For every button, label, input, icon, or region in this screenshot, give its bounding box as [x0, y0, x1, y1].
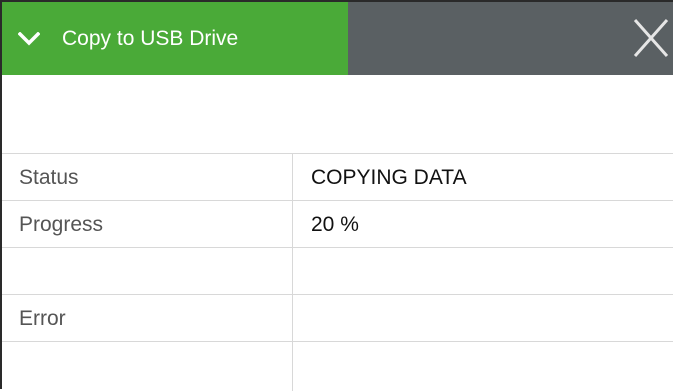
chevron-down-icon[interactable]	[18, 31, 40, 46]
column-divider	[292, 153, 293, 391]
close-icon[interactable]	[629, 10, 673, 66]
status-value: COPYING DATA	[311, 166, 467, 189]
error-label: Error	[19, 307, 66, 330]
table-row-empty	[2, 341, 673, 388]
progress-label: Progress	[19, 213, 104, 236]
table-row-empty	[2, 247, 673, 294]
dialog-title: Copy to USB Drive	[62, 26, 239, 50]
dialog-title-tab[interactable]: Copy to USB Drive	[2, 2, 348, 75]
table-row-progress: Progress 20 %	[2, 200, 673, 247]
status-table: Status COPYING DATA Progress 20 % Error	[2, 153, 673, 388]
table-row-status: Status COPYING DATA	[2, 153, 673, 200]
dialog-header: Copy to USB Drive	[2, 2, 673, 75]
copy-dialog: Copy to USB Drive Status COPYING DATA Pr…	[0, 0, 673, 391]
table-row-error: Error	[2, 294, 673, 341]
status-label: Status	[19, 166, 79, 189]
progress-value: 20 %	[311, 213, 359, 236]
